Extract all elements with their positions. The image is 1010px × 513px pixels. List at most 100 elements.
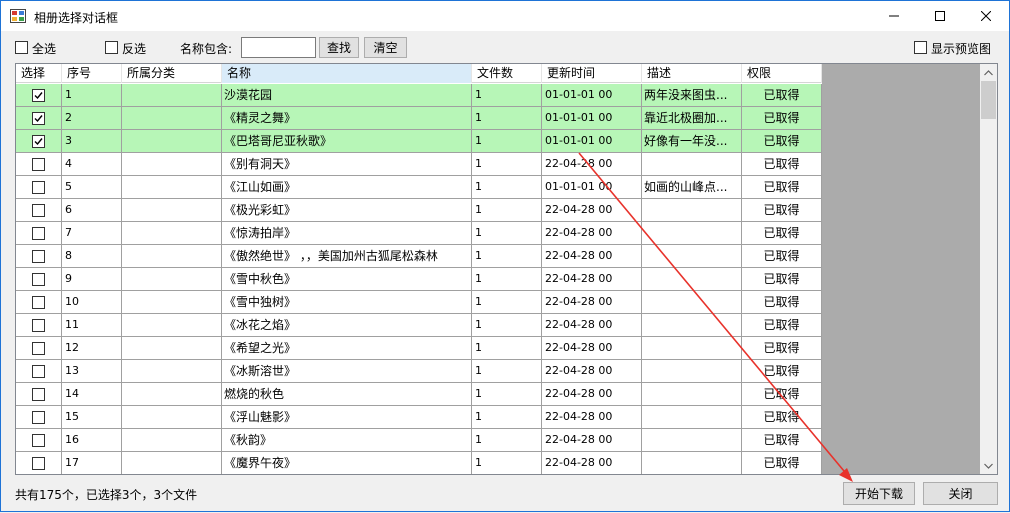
cell-description [642,314,742,337]
title-bar[interactable]: 相册选择对话框 [1,1,1009,31]
header-name[interactable]: 名称 [222,64,472,83]
show-preview-label[interactable]: 显示预览图 [931,40,991,57]
cell-no: 4 [62,153,122,176]
invert-selection-label[interactable]: 反选 [122,40,146,57]
clear-button[interactable]: 清空 [364,37,407,58]
vertical-scrollbar[interactable] [980,64,997,474]
table-row[interactable]: 13 《冰斯溶世》 1 22-04-28 00 已取得 [16,360,822,383]
table-row[interactable]: 9 《雪中秋色》 1 22-04-28 00 已取得 [16,268,822,291]
row-checkbox[interactable] [32,112,45,125]
cell-permission: 已取得 [742,268,822,291]
header-category[interactable]: 所属分类 [122,64,222,83]
header-files[interactable]: 文件数 [472,64,542,83]
row-checkbox[interactable] [32,388,45,401]
row-checkbox[interactable] [32,434,45,447]
table-row[interactable]: 15 《浮山魅影》 1 22-04-28 00 已取得 [16,406,822,429]
cell-select [16,84,62,107]
table-row[interactable]: 2 《精灵之舞》 1 01-01-01 00 靠近北极圈加... 已取得 [16,107,822,130]
row-checkbox[interactable] [32,342,45,355]
search-button[interactable]: 查找 [319,37,359,58]
table-row[interactable]: 16 《秋韵》 1 22-04-28 00 已取得 [16,429,822,452]
cell-select [16,429,62,452]
maximize-button[interactable] [917,1,963,31]
cell-no: 16 [62,429,122,452]
cell-description [642,383,742,406]
table-row[interactable]: 10 《雪中独树》 1 22-04-28 00 已取得 [16,291,822,314]
album-table[interactable]: 选择 序号 所属分类 名称 文件数 更新时间 描述 权限 1 沙漠花园 1 01-01… [15,63,998,475]
table-row[interactable]: 8 《傲然绝世》 ，，美国加州古狐尾松森林 1 22-04-28 00 已取得 [16,245,822,268]
row-checkbox[interactable] [32,273,45,286]
cell-select [16,245,62,268]
cell-description: 靠近北极圈加... [642,107,742,130]
header-no[interactable]: 序号 [62,64,122,83]
toolbar: 全选 反选 名称包含: 查找 清空 显示预览图 [1,31,1009,63]
row-checkbox[interactable] [32,250,45,263]
cell-no: 2 [62,107,122,130]
row-checkbox[interactable] [32,365,45,378]
row-checkbox[interactable] [32,319,45,332]
close-window-button[interactable] [963,1,1009,31]
select-all-label[interactable]: 全选 [32,40,56,57]
cell-category [122,452,222,474]
scroll-up-button[interactable] [980,64,997,81]
cell-name: 《雪中独树》 [222,291,472,314]
show-preview-checkbox[interactable] [914,41,927,54]
cell-select [16,337,62,360]
row-checkbox[interactable] [32,181,45,194]
cell-category [122,245,222,268]
table-row[interactable]: 12 《希望之光》 1 22-04-28 00 已取得 [16,337,822,360]
cell-description [642,291,742,314]
cell-category [122,406,222,429]
cell-permission: 已取得 [742,245,822,268]
table-row[interactable]: 5 《江山如画》 1 01-01-01 00 如画的山峰点... 已取得 [16,176,822,199]
row-checkbox[interactable] [32,296,45,309]
chevron-down-icon [984,463,993,469]
table-row[interactable]: 7 《惊涛拍岸》 1 22-04-28 00 已取得 [16,222,822,245]
table-row[interactable]: 11 《冰花之焰》 1 22-04-28 00 已取得 [16,314,822,337]
row-checkbox[interactable] [32,158,45,171]
cell-permission: 已取得 [742,406,822,429]
select-all-checkbox[interactable] [15,41,28,54]
cell-permission: 已取得 [742,452,822,474]
cell-files: 1 [472,245,542,268]
name-search-input[interactable] [241,37,316,58]
header-description[interactable]: 描述 [642,64,742,83]
cell-permission: 已取得 [742,130,822,153]
row-checkbox[interactable] [32,89,45,102]
scroll-thumb[interactable] [981,81,996,119]
cell-updated: 22-04-28 00 [542,153,642,176]
cell-name: 《巴塔哥尼亚秋歌》 [222,130,472,153]
start-download-button[interactable]: 开始下载 [843,482,915,505]
cell-no: 9 [62,268,122,291]
close-button[interactable]: 关闭 [923,482,998,505]
table-row[interactable]: 14 燃烧的秋色 1 22-04-28 00 已取得 [16,383,822,406]
table-row[interactable]: 1 沙漠花园 1 01-01-01 00 两年没来图虫... 已取得 [16,84,822,107]
cell-permission: 已取得 [742,84,822,107]
table-row[interactable]: 4 《别有洞天》 1 22-04-28 00 已取得 [16,153,822,176]
cell-files: 1 [472,291,542,314]
cell-files: 1 [472,337,542,360]
table-row[interactable]: 6 《极光彩虹》 1 22-04-28 00 已取得 [16,199,822,222]
invert-selection-checkbox[interactable] [105,41,118,54]
row-checkbox[interactable] [32,135,45,148]
cell-description [642,199,742,222]
minimize-button[interactable] [871,1,917,31]
cell-name: 《惊涛拍岸》 [222,222,472,245]
cell-files: 1 [472,429,542,452]
row-checkbox[interactable] [32,457,45,470]
row-checkbox[interactable] [32,204,45,217]
scroll-down-button[interactable] [980,457,997,474]
cell-name: 《雪中秋色》 [222,268,472,291]
row-checkbox[interactable] [32,411,45,424]
header-select[interactable]: 选择 [16,64,62,83]
row-checkbox[interactable] [32,227,45,240]
table-row[interactable]: 17 《魔界午夜》 1 22-04-28 00 已取得 [16,452,822,474]
table-row[interactable]: 3 《巴塔哥尼亚秋歌》 1 01-01-01 00 好像有一年没... 已取得 [16,130,822,153]
maximize-icon [935,11,945,21]
checkmark-icon [34,138,43,146]
cell-permission: 已取得 [742,199,822,222]
header-updated[interactable]: 更新时间 [542,64,642,83]
cell-description [642,337,742,360]
cell-no: 13 [62,360,122,383]
header-permission[interactable]: 权限 [742,64,822,83]
